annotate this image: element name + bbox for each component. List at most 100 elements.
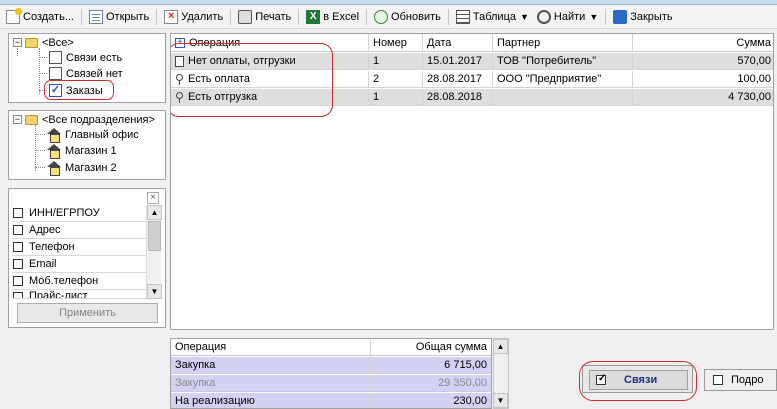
field-item[interactable]: Адрес — [13, 222, 146, 239]
table-button[interactable]: Таблица ▼ — [452, 7, 533, 27]
tree-item-head-office[interactable]: Главный офис — [47, 127, 139, 143]
highlight-oval — [171, 43, 333, 117]
delete-label: Удалить — [181, 10, 224, 23]
checkbox[interactable] — [13, 259, 23, 269]
checkbox[interactable] — [13, 292, 23, 298]
column-header-sum[interactable]: Сумма — [633, 34, 773, 51]
scroll-down-icon[interactable]: ▼ — [147, 284, 162, 299]
collapse-icon[interactable]: − — [13, 115, 22, 124]
toolbar-separator — [298, 8, 300, 25]
cell-operation: Закупка — [171, 357, 371, 373]
checkbox[interactable] — [13, 208, 23, 218]
tree-connector — [35, 167, 45, 168]
column-label: Дата — [427, 36, 452, 49]
cell-operation: Закупка — [171, 375, 371, 391]
cell-sum: 570,00 — [737, 55, 771, 67]
checkbox[interactable] — [13, 242, 23, 252]
cell-date: 28.08.2018 — [423, 89, 493, 105]
close-button[interactable]: Закрыть — [609, 7, 676, 27]
units-tree: − <Все подразделения> Главный офис Магаз… — [8, 110, 166, 180]
table-row[interactable]: Закупка 6 715,00 — [171, 357, 491, 374]
table-row[interactable]: Закупка 29 350,00 — [171, 375, 491, 392]
scroll-thumb[interactable] — [148, 221, 161, 251]
subdivision-toggle[interactable]: Подро — [704, 369, 777, 391]
cell-sum: 6 715,00 — [444, 359, 487, 371]
folder-icon — [25, 114, 38, 125]
field-label: ИНН/ЕГРПОУ — [29, 207, 100, 219]
open-button[interactable]: Открыть — [85, 7, 153, 27]
scroll-up-icon[interactable]: ▲ — [493, 339, 508, 354]
fields-scrollbar[interactable]: ▲ ▼ — [146, 205, 162, 299]
create-label: Создать... — [23, 10, 74, 23]
find-button[interactable]: Найти ▼ — [533, 7, 602, 27]
search-icon — [536, 9, 551, 24]
excel-label: в Excel — [323, 10, 360, 23]
print-button[interactable]: Печать — [234, 7, 295, 27]
field-label: Адрес — [29, 224, 61, 236]
tree-item-store-2[interactable]: Магазин 2 — [47, 160, 117, 176]
tree-connector — [39, 48, 40, 94]
print-label: Печать — [255, 10, 292, 23]
scroll-down-icon[interactable]: ▼ — [493, 393, 508, 408]
field-label: Прайс-лист — [29, 290, 88, 299]
tree-item-label: Магазин 2 — [65, 161, 117, 174]
chevron-down-icon[interactable]: ▼ — [589, 12, 598, 22]
scroll-up-icon[interactable]: ▲ — [147, 205, 162, 220]
checkbox[interactable] — [13, 276, 23, 286]
tree-root-label: <Все> — [42, 36, 74, 49]
tree-connector — [35, 134, 45, 135]
tree-connector — [39, 73, 47, 74]
tree-connector — [35, 125, 36, 171]
close-label: Закрыть — [630, 10, 673, 23]
field-item[interactable]: Моб.телефон — [13, 273, 146, 290]
close-icon[interactable]: × — [147, 192, 159, 204]
field-item[interactable]: Прайс-лист — [13, 290, 146, 299]
toolbar-separator — [156, 8, 158, 25]
field-item[interactable]: ИНН/ЕГРПОУ — [13, 205, 146, 222]
tree-connector — [39, 57, 47, 58]
house-icon — [47, 144, 61, 159]
table-row[interactable]: На реализацию 230,00 — [171, 393, 491, 408]
subdivision-label: Подро — [731, 374, 764, 386]
checkbox[interactable] — [713, 375, 723, 385]
tree-item-label: Главный офис — [65, 128, 139, 141]
checkbox[interactable] — [13, 225, 23, 235]
tree-root-all[interactable]: − <Все> — [13, 35, 74, 50]
summary-scrollbar[interactable]: ▲ ▼ — [493, 338, 509, 409]
cell-sum: 230,00 — [453, 395, 487, 407]
field-item[interactable]: Телефон — [13, 239, 146, 256]
column-label: Партнер — [497, 36, 541, 49]
delete-button[interactable]: × Удалить — [160, 7, 227, 27]
field-item[interactable]: Email — [13, 256, 146, 273]
cell-number: 1 — [369, 53, 423, 69]
new-document-icon — [6, 7, 22, 24]
refresh-icon — [374, 9, 389, 24]
tree-root-all-units[interactable]: − <Все подразделения> — [13, 112, 155, 127]
column-header-operation[interactable]: Операция — [171, 339, 371, 355]
refresh-button[interactable]: Обновить — [370, 7, 445, 27]
collapse-icon[interactable]: − — [13, 38, 22, 47]
chevron-down-icon[interactable]: ▼ — [520, 12, 529, 22]
open-document-icon — [88, 9, 103, 24]
column-header-date[interactable]: Дата — [423, 34, 493, 51]
column-header-number[interactable]: Номер — [369, 34, 423, 51]
tree-item-label: Связи есть — [66, 51, 123, 64]
column-header-partner[interactable]: Партнер — [493, 34, 633, 51]
create-button[interactable]: Создать... — [2, 7, 78, 27]
toolbar-separator — [80, 8, 82, 25]
close-window-icon — [613, 9, 628, 24]
tree-item-label: Магазин 1 — [65, 144, 117, 157]
excel-button[interactable]: X в Excel — [302, 7, 363, 27]
toolbar-separator — [605, 8, 607, 25]
apply-button[interactable]: Применить — [17, 303, 158, 323]
cell-number: 1 — [369, 89, 423, 105]
table-icon — [455, 9, 470, 24]
field-label: Телефон — [29, 241, 75, 253]
tree-item-no-links[interactable]: Связей нет — [49, 66, 123, 81]
column-header-total[interactable]: Общая сумма — [371, 339, 491, 355]
tree-item-label: Связей нет — [66, 67, 123, 80]
tree-item-store-1[interactable]: Магазин 1 — [47, 143, 117, 159]
folder-icon — [25, 37, 38, 48]
house-icon — [47, 161, 61, 176]
tree-item-links-exist[interactable]: Связи есть — [49, 50, 122, 65]
